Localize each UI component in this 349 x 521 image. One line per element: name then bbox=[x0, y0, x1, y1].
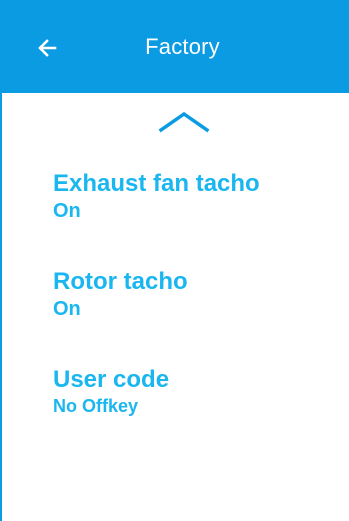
settings-list: Exhaust fan tacho On Rotor tacho On User… bbox=[53, 170, 333, 464]
page-title: Factory bbox=[145, 34, 220, 59]
setting-user-code[interactable]: User code No Offkey bbox=[53, 366, 333, 464]
setting-rotor-tacho[interactable]: Rotor tacho On bbox=[53, 268, 333, 366]
screen-frame: Factory Exhaust fan tacho On Rotor tacho… bbox=[0, 0, 349, 521]
scroll-up-button[interactable] bbox=[157, 110, 211, 134]
setting-exhaust-fan-tacho[interactable]: Exhaust fan tacho On bbox=[53, 170, 333, 268]
setting-label: Rotor tacho bbox=[53, 268, 188, 295]
setting-label: User code bbox=[53, 366, 170, 393]
setting-value: On bbox=[53, 298, 81, 320]
setting-label: Exhaust fan tacho bbox=[53, 170, 260, 197]
setting-value: On bbox=[53, 200, 81, 222]
chevron-up-icon bbox=[158, 111, 210, 133]
header-bar: Factory bbox=[2, 0, 349, 93]
setting-value: No Offkey bbox=[53, 396, 139, 416]
